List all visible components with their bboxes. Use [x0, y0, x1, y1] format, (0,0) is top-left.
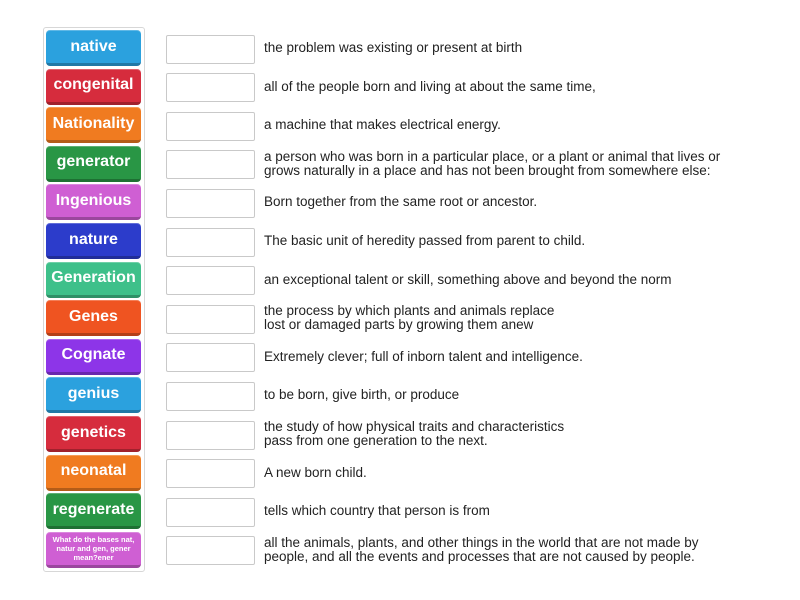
answer-drop-slot[interactable] — [166, 343, 255, 373]
answer-drop-slot[interactable] — [166, 227, 255, 257]
answer-drop-slot[interactable] — [166, 381, 255, 411]
word-tile-cognate[interactable]: Cognate — [46, 338, 141, 375]
definition-text: to be born, give birth, or produce — [264, 387, 460, 403]
answer-drop-slot[interactable] — [166, 304, 255, 334]
word-tile-regenerate[interactable]: regenerate — [46, 493, 141, 530]
answer-drop-slot[interactable] — [166, 188, 255, 218]
definition-text: tells which country that person is from — [264, 503, 490, 519]
word-tile-what-do-the-bases-nat-natur-and-gen-gene[interactable]: What do the bases nat, natur and gen, ge… — [46, 531, 141, 568]
word-tile-native[interactable]: native — [46, 30, 141, 66]
definition-text: the study of how physical traits and cha… — [264, 419, 565, 448]
answer-drop-slot[interactable] — [166, 73, 255, 103]
answer-drop-slot[interactable] — [166, 459, 255, 489]
definition-text: a person who was born in a particular pl… — [264, 148, 721, 178]
definition-text: the problem was existing or present at b… — [264, 40, 523, 55]
definition-text: an exceptional talent or skill, somethin… — [264, 271, 672, 287]
definition-text: The basic unit of heredity passed from p… — [264, 233, 586, 248]
definition-text: Born together from the same root or ance… — [264, 194, 538, 210]
word-tile-nature[interactable]: nature — [46, 223, 141, 259]
answer-drop-slot[interactable] — [166, 111, 255, 141]
word-tile-generation[interactable]: Generation — [46, 261, 141, 298]
word-tile-ingenious[interactable]: Ingenious — [46, 184, 141, 221]
word-tile-genius[interactable]: genius — [46, 377, 141, 414]
definition-text: a machine that makes electrical energy. — [264, 117, 501, 133]
answer-drop-slot[interactable] — [166, 150, 255, 180]
word-tile-nationality[interactable]: Nationality — [46, 107, 141, 144]
definition-text: all of the people born and living at abo… — [264, 78, 596, 94]
answer-drop-slot[interactable] — [166, 266, 255, 296]
definition-text: A new born child. — [264, 464, 367, 480]
word-tile-genes[interactable]: Genes — [46, 300, 141, 337]
word-tile-generator[interactable]: generator — [46, 145, 141, 182]
definition-text: all the animals, plants, and other thing… — [264, 534, 699, 564]
answer-drop-slot[interactable] — [166, 497, 255, 527]
word-tile-genetics[interactable]: genetics — [46, 416, 141, 452]
answer-drop-slot[interactable] — [166, 34, 255, 64]
definition-text: the process by which plants and animals … — [264, 303, 555, 333]
word-tile-neonatal[interactable]: neonatal — [46, 454, 141, 491]
answer-drop-slot[interactable] — [166, 420, 255, 450]
definition-text: Extremely clever; full of inborn talent … — [264, 348, 583, 364]
answer-drop-slot[interactable] — [166, 536, 255, 566]
match-up-activity: native congenital Nationality generator Inge… — [0, 0, 800, 600]
word-tile-congenital[interactable]: congenital — [46, 68, 141, 105]
